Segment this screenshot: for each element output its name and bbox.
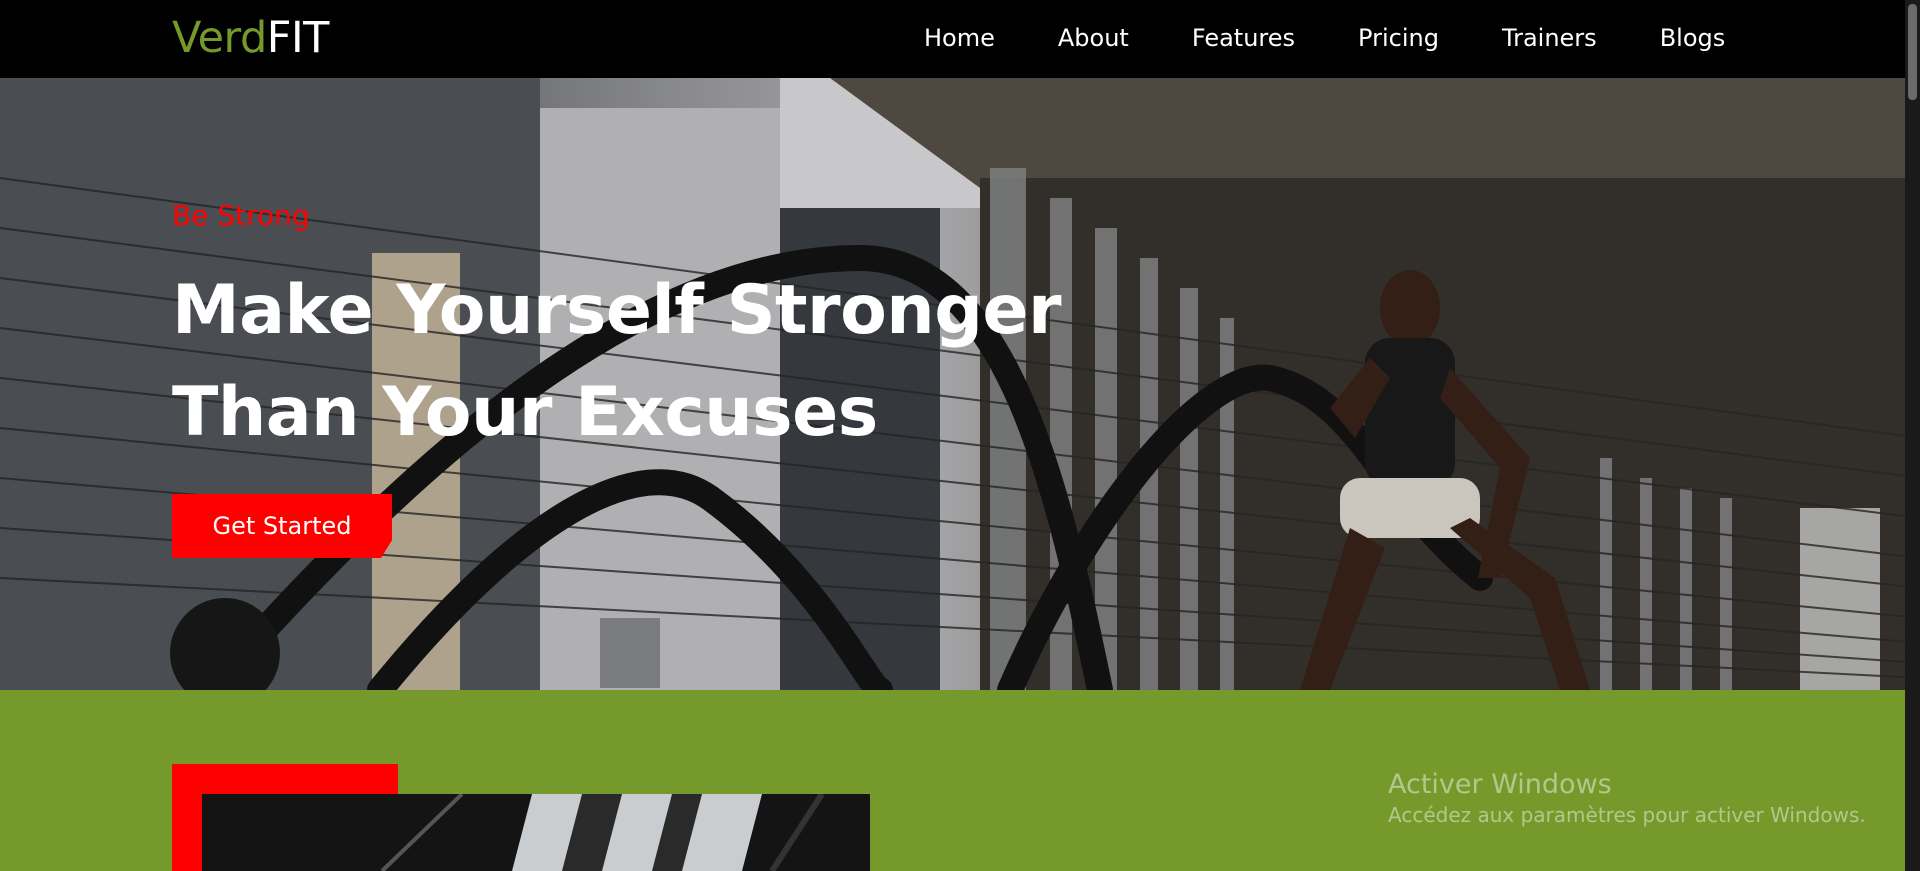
nav-features-link[interactable]: Features (1192, 22, 1295, 54)
nav-blogs-link[interactable]: Blogs (1660, 22, 1726, 54)
hero-section: Be Strong Make Yourself Stronger Than Yo… (0, 78, 1920, 690)
logo[interactable]: VerdFIT (172, 14, 329, 62)
logo-verd-text: Verd (172, 13, 267, 63)
watermark-subtitle: Accédez aux paramètres pour activer Wind… (1388, 803, 1866, 827)
gym-image-graphic (202, 794, 870, 871)
get-started-button[interactable]: Get Started (172, 494, 392, 558)
hero-text: Be Strong Make Yourself Stronger Than Yo… (172, 199, 1062, 464)
page-scrollbar[interactable] (1905, 0, 1920, 871)
hero-eyebrow: Be Strong (172, 199, 310, 232)
scrollbar-thumb[interactable] (1908, 4, 1917, 100)
nav-home-link[interactable]: Home (924, 22, 995, 54)
logo-fit-text: FIT (266, 13, 330, 63)
main-nav: Home About Features Pricing Trainers Blo… (924, 22, 1788, 54)
nav-trainers-link[interactable]: Trainers (1502, 22, 1597, 54)
gym-preview-image (202, 794, 870, 871)
nav-about-link[interactable]: About (1058, 22, 1129, 54)
nav-pricing-link[interactable]: Pricing (1358, 22, 1439, 54)
about-section: Activer Windows Accédez aux paramètres p… (0, 690, 1920, 871)
headline-line-1: Make Yourself Stronger (172, 271, 1062, 350)
headline-line-2: Than Your Excuses (172, 373, 878, 452)
windows-activation-watermark: Activer Windows Accédez aux paramètres p… (1388, 768, 1866, 828)
hero-headline: Make Yourself Stronger Than Your Excuses (172, 260, 1062, 464)
watermark-title: Activer Windows (1388, 769, 1612, 800)
navbar: VerdFIT Home About Features Pricing Trai… (0, 0, 1920, 78)
